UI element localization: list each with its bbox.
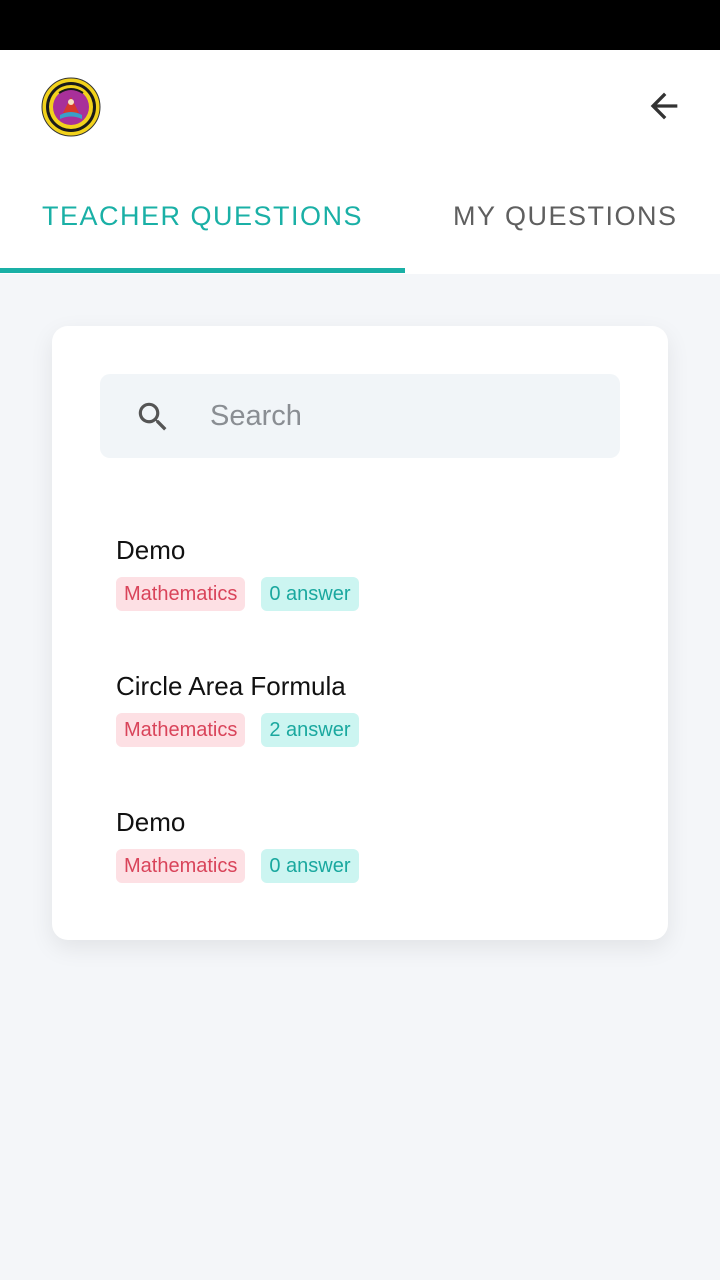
active-tab-indicator (0, 268, 405, 273)
answer-count-badge: 2 answer (261, 713, 359, 747)
app-bar (0, 50, 720, 160)
tab-my-questions[interactable]: MY QUESTIONS (405, 160, 720, 274)
search-bar (100, 374, 620, 458)
question-title: Circle Area Formula (116, 671, 346, 701)
search-input[interactable] (210, 374, 610, 458)
subject-tag: Mathematics (116, 713, 246, 747)
search-icon (138, 402, 167, 431)
answer-count-badge: 0 answer (261, 849, 359, 883)
subject-tag: Mathematics (116, 577, 246, 611)
question-list-item[interactable]: Circle Area Formula Mathematics 2 answer (116, 670, 596, 770)
answer-count-badge: 0 answer (261, 577, 359, 611)
question-list-item[interactable]: Demo Mathematics 0 answer (116, 534, 596, 634)
question-title: Demo (116, 535, 186, 565)
tab-teacher-questions[interactable]: TEACHER QUESTIONS (0, 160, 405, 274)
question-list-item[interactable]: Demo Mathematics 0 answer (116, 806, 596, 906)
arrow-back-icon (650, 92, 678, 120)
subject-tag: Mathematics (116, 849, 246, 883)
status-bar (0, 0, 720, 50)
back-button[interactable] (640, 82, 688, 130)
questions-card: Demo Mathematics 0 answer Circle Area Fo… (52, 326, 668, 940)
tab-bar: TEACHER QUESTIONS MY QUESTIONS (0, 160, 720, 274)
school-logo-icon (41, 77, 101, 137)
question-title: Demo (116, 807, 186, 837)
